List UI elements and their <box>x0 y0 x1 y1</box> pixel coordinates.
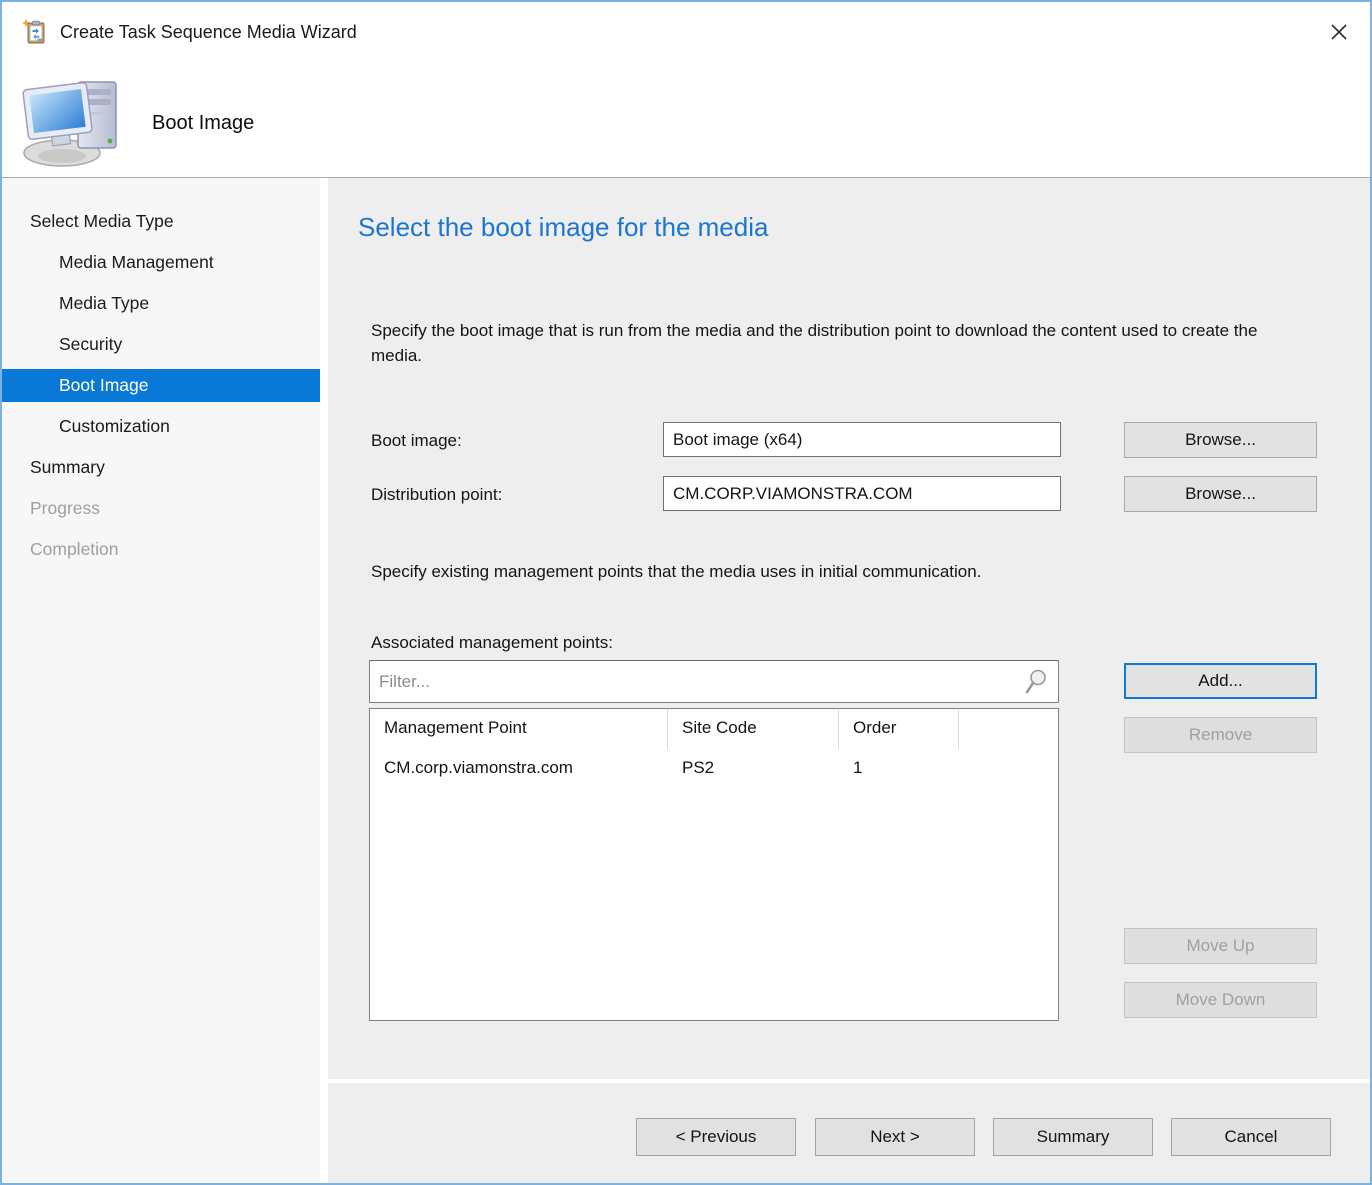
next-button[interactable]: Next > <box>815 1118 975 1156</box>
page-heading: Select the boot image for the media <box>358 212 768 243</box>
column-header-management-point[interactable]: Management Point <box>370 709 668 749</box>
page-banner-title: Boot Image <box>152 112 254 135</box>
intro-text: Specify the boot image that is run from … <box>371 318 1286 368</box>
step-select-media-type: Select Media Type <box>2 201 320 242</box>
filter-box <box>369 660 1059 703</box>
remove-button[interactable]: Remove <box>1124 717 1317 753</box>
cell-management-point: CM.corp.viamonstra.com <box>370 758 668 778</box>
main-content: Select the boot image for the media Spec… <box>328 178 1370 1079</box>
wizard-steps-sidebar: Select Media Type Media Management Media… <box>2 178 320 1183</box>
title-bar: Create Task Sequence Media Wizard <box>2 2 1370 62</box>
cancel-button[interactable]: Cancel <box>1171 1118 1331 1156</box>
cell-site-code: PS2 <box>668 758 839 778</box>
distribution-point-label: Distribution point: <box>371 477 502 512</box>
management-points-list: Management Point Site Code Order CM.corp… <box>369 708 1059 1021</box>
step-security: Security <box>2 324 320 365</box>
step-progress: Progress <box>2 488 320 529</box>
step-boot-image-current: Boot Image <box>2 369 320 402</box>
move-up-button[interactable]: Move Up <box>1124 928 1317 964</box>
boot-image-browse-button[interactable]: Browse... <box>1124 422 1317 458</box>
distribution-point-input[interactable] <box>663 476 1061 511</box>
move-down-button[interactable]: Move Down <box>1124 982 1317 1018</box>
summary-button[interactable]: Summary <box>993 1118 1153 1156</box>
boot-image-label: Boot image: <box>371 423 462 458</box>
previous-button[interactable]: < Previous <box>636 1118 796 1156</box>
column-header-order[interactable]: Order <box>839 709 959 749</box>
cell-order: 1 <box>839 758 959 778</box>
step-customization: Customization <box>2 406 320 447</box>
window-title: Create Task Sequence Media Wizard <box>60 22 357 43</box>
wizard-window: Create Task Sequence Media Wizard <box>0 0 1372 1185</box>
step-summary: Summary <box>2 447 320 488</box>
column-header-spacer <box>959 709 1058 749</box>
footer-bar: < Previous Next > Summary Cancel <box>328 1083 1370 1183</box>
close-button[interactable] <box>1308 2 1370 62</box>
associated-management-points-label: Associated management points: <box>371 633 613 653</box>
distribution-point-browse-button[interactable]: Browse... <box>1124 476 1317 512</box>
filter-input[interactable] <box>379 672 1022 692</box>
step-media-type: Media Type <box>2 283 320 324</box>
boot-image-input[interactable] <box>663 422 1061 457</box>
close-icon <box>1329 22 1349 42</box>
table-row[interactable]: CM.corp.viamonstra.com PS2 1 <box>370 749 1058 786</box>
management-points-intro: Specify existing management points that … <box>371 562 981 582</box>
list-header: Management Point Site Code Order <box>370 709 1058 749</box>
computer-icon <box>18 70 130 170</box>
sidebar-divider <box>320 178 328 1183</box>
add-button[interactable]: Add... <box>1124 663 1317 699</box>
step-completion: Completion <box>2 529 320 570</box>
search-icon <box>1022 668 1048 696</box>
step-media-management: Media Management <box>2 242 320 283</box>
wizard-banner: Boot Image <box>2 62 1370 178</box>
column-header-site-code[interactable]: Site Code <box>668 709 839 749</box>
wizard-app-icon <box>22 19 48 45</box>
